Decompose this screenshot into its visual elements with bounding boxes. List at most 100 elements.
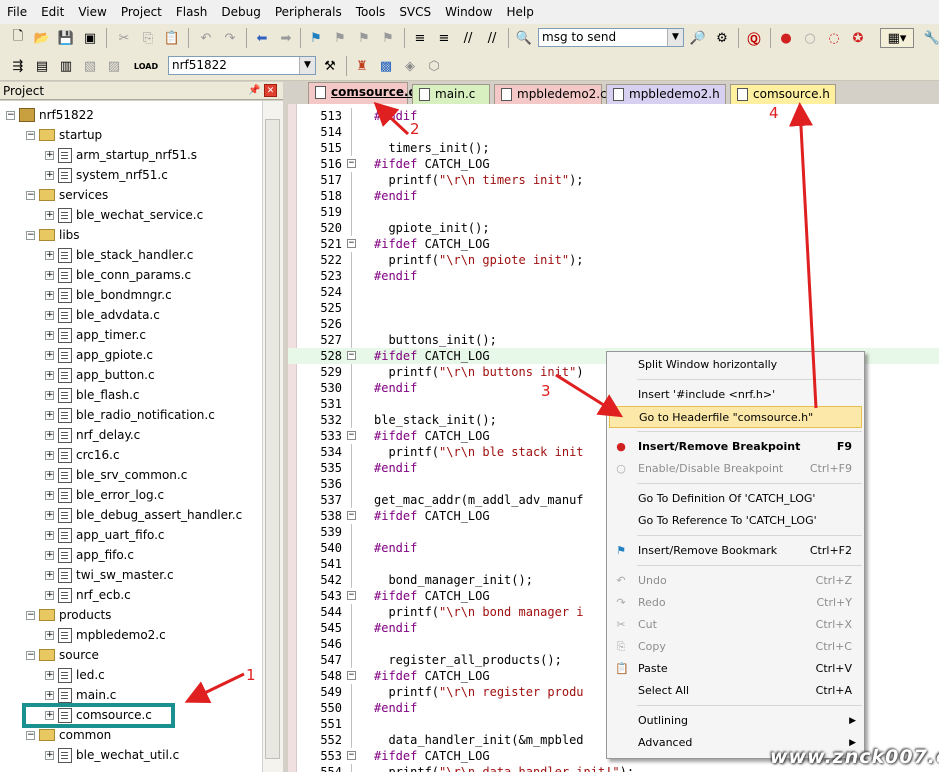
expand-icon[interactable]: + — [45, 310, 54, 320]
collapse-icon[interactable]: − — [26, 230, 35, 240]
code-line[interactable]: 523 #endif — [288, 268, 939, 284]
code-line[interactable]: 520 gpiote_init(); — [288, 220, 939, 236]
menu-peripherals[interactable]: Peripherals — [268, 0, 349, 24]
code-line[interactable]: 514 — [288, 124, 939, 140]
batch-build-icon[interactable]: ▧ — [80, 56, 100, 76]
open-folder-icon[interactable]: 📂 — [32, 28, 52, 48]
breakpoint-icon[interactable]: ● — [776, 28, 796, 48]
unindent-icon[interactable]: ≡ — [434, 28, 454, 48]
expand-icon[interactable]: + — [45, 450, 54, 460]
undo-icon[interactable]: ↶ — [196, 28, 216, 48]
tree-file[interactable]: + ble_flash.c — [45, 385, 140, 405]
download-icon[interactable]: LOAD — [134, 56, 158, 76]
fold-icon[interactable]: − — [347, 671, 356, 680]
tab-comsource-c[interactable]: comsource.c — [308, 82, 416, 104]
collapse-icon[interactable]: − — [26, 190, 35, 200]
code-line[interactable]: 524 — [288, 284, 939, 300]
context-menu-item[interactable]: Insert '#include <nrf.h>' — [609, 384, 862, 406]
code-line[interactable]: 526 — [288, 316, 939, 332]
expand-icon[interactable]: + — [45, 250, 54, 260]
context-menu-item[interactable]: 📋 Paste Ctrl+V — [609, 658, 862, 680]
bookmark-icon[interactable]: ⚑ — [306, 28, 326, 48]
translate-icon[interactable]: ⇶ — [8, 56, 28, 76]
tree-file[interactable]: + led.c — [45, 665, 105, 685]
chevron-down-icon[interactable]: ▼ — [667, 29, 683, 46]
expand-icon[interactable]: + — [45, 630, 54, 640]
code-line[interactable]: 518 #endif — [288, 188, 939, 204]
tree-file[interactable]: + app_fifo.c — [45, 545, 134, 565]
fold-icon[interactable]: − — [347, 159, 356, 168]
tree-file[interactable]: + ble_radio_notification.c — [45, 405, 215, 425]
menu-project[interactable]: Project — [114, 0, 169, 24]
clear-bookmarks-icon[interactable]: ⚑ — [378, 28, 398, 48]
tab-main-c[interactable]: main.c — [412, 84, 490, 104]
collapse-icon[interactable]: − — [26, 650, 35, 660]
fold-icon[interactable]: − — [347, 239, 356, 248]
stop-build-icon[interactable]: ▨ — [104, 56, 124, 76]
expand-icon[interactable]: + — [45, 470, 54, 480]
tree-file[interactable]: + ble_bondmngr.c — [45, 285, 172, 305]
context-menu-item[interactable]: ⚑ Insert/Remove Bookmark Ctrl+F2 — [609, 540, 862, 562]
close-icon[interactable]: ✕ — [264, 84, 277, 97]
context-menu-item[interactable]: Outlining ▶ — [609, 710, 862, 732]
tree-file[interactable]: + mpbledemo2.c — [45, 625, 166, 645]
tree-folder[interactable]: − libs — [26, 225, 80, 245]
context-menu-item[interactable]: ○ Enable/Disable Breakpoint Ctrl+F9 — [609, 458, 862, 480]
tree-folder[interactable]: − services — [26, 185, 108, 205]
tree-file[interactable]: + ble_wechat_service.c — [45, 205, 203, 225]
tree-file[interactable]: + ble_conn_params.c — [45, 265, 191, 285]
menu-tools[interactable]: Tools — [349, 0, 393, 24]
expand-icon[interactable]: + — [45, 410, 54, 420]
expand-icon[interactable]: + — [45, 550, 54, 560]
redo-icon[interactable]: ↷ — [220, 28, 240, 48]
fold-icon[interactable]: − — [347, 751, 356, 760]
context-menu-item[interactable]: Go to Headerfile "comsource.h" — [609, 406, 862, 428]
menu-flash[interactable]: Flash — [169, 0, 214, 24]
manage-components-icon[interactable]: ♜ — [352, 56, 372, 76]
fold-icon[interactable]: − — [347, 351, 356, 360]
window-layout-icon[interactable]: ▦▾ — [880, 28, 914, 48]
code-line[interactable]: 517 printf("\r\n timers init"); — [288, 172, 939, 188]
next-bookmark-icon[interactable]: ⚑ — [354, 28, 374, 48]
context-menu-item[interactable]: Go To Reference To 'CATCH_LOG' — [609, 510, 862, 532]
code-line[interactable]: 519 — [288, 204, 939, 220]
context-menu-item[interactable]: ↶ Undo Ctrl+Z — [609, 570, 862, 592]
expand-icon[interactable]: + — [45, 330, 54, 340]
copy-icon[interactable]: ⎘ — [138, 28, 158, 48]
tree-file[interactable]: + ble_advdata.c — [45, 305, 160, 325]
context-menu-item[interactable]: ✂ Cut Ctrl+X — [609, 614, 862, 636]
expand-icon[interactable]: + — [45, 430, 54, 440]
expand-icon[interactable]: + — [45, 350, 54, 360]
expand-icon[interactable]: + — [45, 510, 54, 520]
chevron-down-icon[interactable]: ▼ — [299, 57, 315, 74]
expand-icon[interactable]: + — [45, 570, 54, 580]
context-menu-item[interactable]: ↷ Redo Ctrl+Y — [609, 592, 862, 614]
debug-session-icon[interactable]: Ⓠ — [744, 28, 764, 48]
tree-root[interactable]: − nrf51822 — [6, 105, 94, 125]
expand-icon[interactable]: + — [45, 670, 54, 680]
fold-icon[interactable]: − — [347, 431, 356, 440]
code-line[interactable]: 521− #ifdef CATCH_LOG — [288, 236, 939, 252]
tree-file[interactable]: + arm_startup_nrf51.s — [45, 145, 197, 165]
tree-file[interactable]: + nrf_ecb.c — [45, 585, 131, 605]
tree-file[interactable]: + ble_debug_assert_handler.c — [45, 505, 242, 525]
menu-svcs[interactable]: SVCS — [392, 0, 438, 24]
tree-file[interactable]: + crc16.c — [45, 445, 120, 465]
expand-icon[interactable]: + — [45, 690, 54, 700]
uncomment-icon[interactable]: // — [482, 28, 502, 48]
message-combo[interactable]: msg to send ▼ — [538, 28, 684, 47]
expand-icon[interactable]: + — [45, 150, 54, 160]
context-menu-item[interactable]: Go To Definition Of 'CATCH_LOG' — [609, 488, 862, 510]
expand-icon[interactable]: + — [45, 370, 54, 380]
tree-file[interactable]: + ble_srv_common.c — [45, 465, 187, 485]
nav-back-icon[interactable]: ⬅ — [252, 28, 272, 48]
context-menu-item[interactable]: Split Window horizontally — [609, 354, 862, 376]
rebuild-icon[interactable]: ▥ — [56, 56, 76, 76]
new-file-icon[interactable]: 🗋 — [8, 28, 28, 48]
expand-icon[interactable]: + — [45, 750, 54, 760]
code-line[interactable]: 522 printf("\r\n gpiote init"); — [288, 252, 939, 268]
manage-run-time-icon[interactable]: ⬡ — [424, 56, 444, 76]
fold-icon[interactable]: − — [347, 511, 356, 520]
menu-help[interactable]: Help — [499, 0, 540, 24]
tab-mpbledemo2-h[interactable]: mpbledemo2.h — [606, 84, 726, 104]
